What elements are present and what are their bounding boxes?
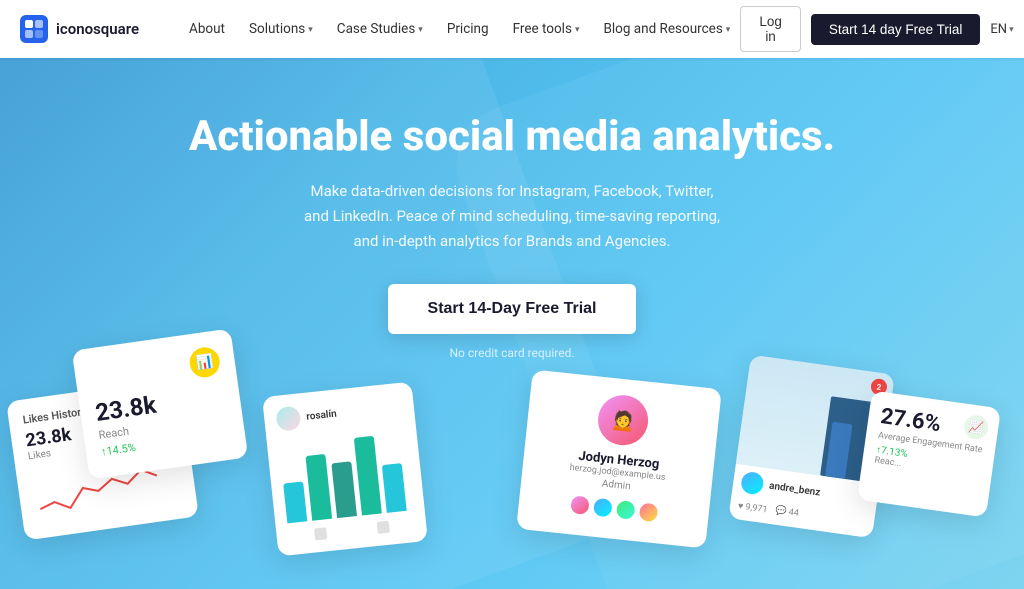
- chevron-down-icon: ▾: [575, 25, 580, 35]
- chevron-down-icon: ▾: [308, 25, 313, 35]
- nav-free-tools[interactable]: Free tools ▾: [503, 15, 590, 43]
- hero-subtitle: Make data-driven decisions for Instagram…: [302, 179, 722, 253]
- chevron-down-icon: ▾: [1009, 25, 1014, 35]
- logo-icon: [20, 15, 48, 43]
- start-trial-button-nav[interactable]: Start 14 day Free Trial: [811, 14, 981, 45]
- brand-name: iconosquare: [56, 20, 139, 38]
- nav-pricing[interactable]: Pricing: [437, 15, 499, 43]
- nav-blog[interactable]: Blog and Resources ▾: [593, 15, 740, 43]
- hero-title: Actionable social media analytics.: [189, 113, 835, 161]
- nav-links: About Solutions ▾ Case Studies ▾ Pricing…: [179, 15, 740, 43]
- navbar: iconosquare About Solutions ▾ Case Studi…: [0, 0, 1024, 58]
- language-selector[interactable]: EN ▾: [990, 22, 1013, 37]
- nav-solutions[interactable]: Solutions ▾: [239, 15, 323, 43]
- chevron-down-icon: ▾: [726, 25, 731, 35]
- nav-actions: Log in Start 14 day Free Trial EN ▾: [740, 6, 1013, 52]
- hero-section: Actionable social media analytics. Make …: [0, 58, 1024, 589]
- login-button[interactable]: Log in: [740, 6, 801, 52]
- no-credit-text: No credit card required.: [450, 346, 575, 360]
- nav-case-studies[interactable]: Case Studies ▾: [327, 15, 433, 43]
- start-trial-button-hero[interactable]: Start 14-Day Free Trial: [388, 284, 637, 334]
- chevron-down-icon: ▾: [418, 25, 423, 35]
- nav-about[interactable]: About: [179, 15, 235, 43]
- logo[interactable]: iconosquare: [20, 15, 139, 43]
